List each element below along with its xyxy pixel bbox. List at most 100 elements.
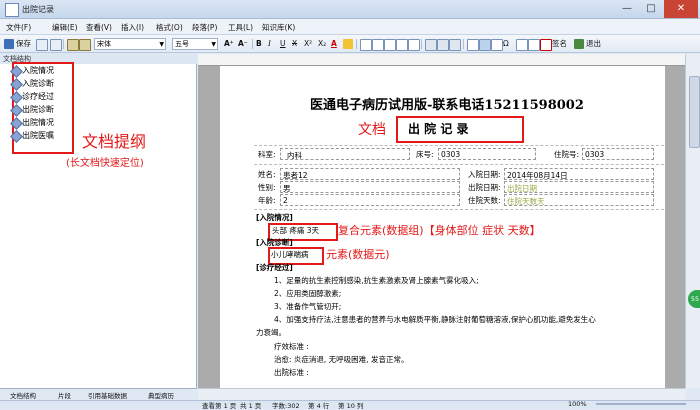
section-treatment: [诊疗经过] (256, 263, 293, 272)
highlight-icon[interactable] (343, 39, 353, 49)
floating-badge[interactable]: 55 (688, 290, 700, 308)
age-field[interactable]: 2 (280, 194, 460, 206)
outdent-icon[interactable] (449, 39, 461, 51)
shrink-font-button[interactable]: A⁻ (238, 38, 248, 50)
font-size-select[interactable]: 五号 ▼ (172, 38, 218, 50)
doc-annotation-label: 文档 (358, 122, 386, 138)
textbox-icon[interactable] (491, 39, 503, 51)
bed-label: 床号: (416, 150, 434, 159)
sign-button[interactable]: 签名 (552, 38, 567, 50)
indent-icon[interactable] (437, 39, 449, 51)
discharge-field[interactable]: 出院日期 (504, 181, 654, 193)
symbol-button[interactable]: Ω (503, 38, 509, 50)
redo-icon[interactable] (79, 39, 91, 51)
save-icon[interactable] (4, 39, 14, 49)
element-value[interactable]: 小儿哮喘病 (271, 249, 309, 260)
outline-item-discharge-status[interactable]: 出院情况 (10, 117, 54, 130)
toolbar: 保存 宋体 ▼ 五号 ▼ A⁺ A⁻ B I U X X² X₂ A Ω 签名 退出 (0, 35, 700, 53)
menu-insert[interactable]: 插入(I) (121, 22, 144, 33)
status-total-pages: 共 1 页 (240, 402, 262, 410)
align-left-icon[interactable] (360, 39, 372, 51)
menu-view[interactable]: 查看(V) (86, 22, 112, 33)
exit-button[interactable]: 退出 (586, 38, 601, 50)
justify-icon[interactable] (396, 39, 408, 51)
complex-element-annotation: 复合元素(数据组)【身体部位 症状 天数】 (338, 224, 541, 237)
tab-document-structure[interactable]: 文档结构 (10, 390, 36, 400)
stay-field[interactable]: 住院天数天 (504, 194, 654, 206)
treatment-line-1: 1、足量的抗生素控制感染,抗生素激素及肾上腺素气雾化吸入; (274, 276, 479, 285)
save-button[interactable]: 保存 (16, 38, 31, 50)
complex-element-value[interactable]: 头部 疼痛 3天 (272, 225, 319, 236)
discharge-standard-label: 出院标准 : (274, 368, 309, 377)
strikethrough-button[interactable]: X (292, 38, 297, 50)
bed-field[interactable]: 0303 (438, 148, 536, 160)
page-icon[interactable] (516, 39, 528, 51)
app-icon (5, 3, 19, 17)
exit-icon[interactable] (574, 39, 584, 49)
outline-item-treatment[interactable]: 诊疗经过 (10, 91, 54, 104)
underline-button[interactable]: U (280, 38, 286, 50)
table-icon[interactable] (467, 39, 479, 51)
dept-field[interactable]: 内科 (280, 148, 410, 160)
distribute-icon[interactable] (408, 39, 420, 51)
scroll-thumb[interactable] (689, 76, 700, 148)
zoom-slider[interactable] (596, 403, 686, 405)
menu-format[interactable]: 格式(O) (156, 22, 183, 33)
status-bar: 查看第 1 页 共 1 页 字数:302 第 4 行 第 10 列 100% (0, 400, 700, 410)
menu-file[interactable]: 文件(F) (6, 22, 31, 33)
outline-item-discharge-diagnosis[interactable]: 出院诊断 (10, 104, 54, 117)
undo-icon[interactable] (67, 39, 79, 51)
signature-icon[interactable] (540, 39, 552, 51)
maximize-button[interactable]: □ (640, 0, 662, 18)
zoom-level[interactable]: 100% (568, 400, 587, 408)
menu-tools[interactable]: 工具(L) (228, 22, 253, 33)
grow-font-button[interactable]: A⁺ (224, 38, 234, 50)
dept-label: 科室: (258, 150, 276, 159)
tab-reference-data[interactable]: 引用基础数据 (88, 390, 127, 400)
vertical-scrollbar[interactable] (685, 54, 700, 388)
section-admission-status: [入院情况] (256, 213, 293, 222)
record-title: 出 院 记 录 (408, 122, 469, 136)
list-icon[interactable] (425, 39, 437, 51)
outline-item-admission-status[interactable]: 入院情况 (10, 65, 54, 78)
effect-standard-label: 疗效标准 : (274, 342, 309, 351)
menu-paragraph[interactable]: 段落(P) (192, 22, 217, 33)
cure-criteria: 治愈: 炎症消退, 无呼吸困难, 发音正常。 (274, 355, 409, 364)
menu-knowledge[interactable]: 知识库(K) (262, 22, 295, 33)
inpatient-field[interactable]: 0303 (582, 148, 654, 160)
bold-button[interactable]: B (256, 38, 262, 50)
name-label: 姓名: (258, 170, 276, 179)
inpatient-label: 住院号: (554, 150, 580, 159)
tab-typical-records[interactable]: 典型病历 (148, 390, 174, 400)
discharge-label: 出院日期: (468, 183, 501, 192)
italic-button[interactable]: I (268, 38, 271, 50)
image-icon[interactable] (479, 39, 491, 51)
treatment-line-5: 力衰竭。 (256, 328, 286, 337)
outline-annotation-subtitle: (长文档快速定位) (66, 158, 144, 169)
align-right-icon[interactable] (384, 39, 396, 51)
title-bar: 出院记录 — □ ✕ (0, 0, 700, 19)
menu-bar: 文件(F) 编辑(E) 查看(V) 插入(I) 格式(O) 段落(P) 工具(L… (0, 19, 700, 35)
checkbox-icon[interactable] (528, 39, 540, 51)
tab-fragments[interactable]: 片段 (58, 390, 71, 400)
admit-field[interactable]: 2014年08月14日 (504, 168, 654, 180)
status-column: 第 10 列 (338, 402, 364, 410)
menu-edit[interactable]: 编辑(E) (52, 22, 78, 33)
name-field[interactable]: 患者12 (280, 168, 460, 180)
font-color-button[interactable]: A (331, 38, 337, 50)
sex-field[interactable]: 男 (280, 181, 460, 193)
align-center-icon[interactable] (372, 39, 384, 51)
open-icon[interactable] (36, 39, 48, 51)
subscript-button[interactable]: X₂ (318, 38, 326, 50)
print-preview-icon[interactable] (50, 39, 62, 51)
close-button[interactable]: ✕ (664, 0, 698, 18)
horizontal-ruler[interactable] (198, 54, 685, 66)
outline-item-discharge-orders[interactable]: 出院医嘱 (10, 130, 54, 143)
document-page[interactable]: 医通电子病历试用版-联系电话15211598002 文档 出 院 记 录 科室:… (220, 66, 665, 388)
horizontal-scrollbar[interactable] (198, 388, 685, 400)
superscript-button[interactable]: X² (304, 38, 312, 50)
minimize-button[interactable]: — (616, 0, 638, 18)
outline-item-admission-diagnosis[interactable]: 入院诊断 (10, 78, 54, 91)
status-page: 查看第 1 页 (202, 402, 237, 410)
font-family-select[interactable]: 宋体 ▼ (94, 38, 166, 50)
